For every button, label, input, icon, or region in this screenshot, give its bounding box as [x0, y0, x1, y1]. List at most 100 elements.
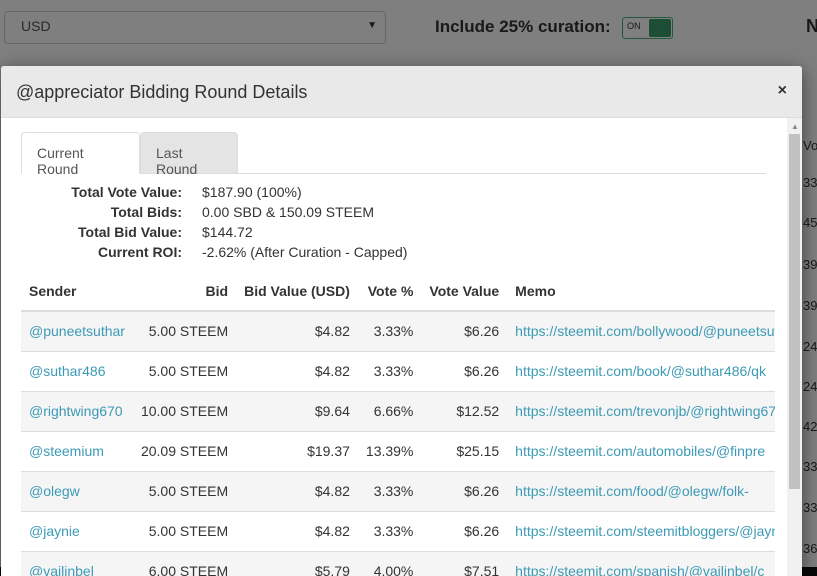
tab-current-round[interactable]: Current Round — [21, 132, 140, 177]
vote-value-cell: $12.52 — [456, 403, 500, 419]
table-cell: $9.64 — [236, 390, 358, 431]
bid-cell: 10.00 STEEM — [140, 403, 229, 419]
table-cell: 5.00 STEEM — [132, 510, 237, 551]
summary-label: Total Vote Value: — [71, 184, 182, 200]
table-cell: $6.26 — [421, 310, 508, 351]
table-cell: 20.09 STEEM — [132, 430, 237, 471]
tab-last-round[interactable]: Last Round — [140, 132, 238, 177]
table-cell: https://steemit.com/bollywood/@puneetsut… — [507, 310, 776, 351]
sender-link[interactable]: @puneetsuthar — [29, 323, 125, 339]
header-vote-percent: Vote % — [357, 271, 422, 312]
table-cell: $6.26 — [421, 510, 508, 551]
table-row: @vailinbel 6.00 STEEM $5.79 4.00% $7.51 https… — [21, 550, 776, 576]
sender-link[interactable]: @jaynie — [29, 523, 80, 539]
table-cell: $5.79 — [236, 550, 358, 576]
memo-link[interactable]: https://steemit.com/steemitbloggers/@jay… — [515, 523, 775, 539]
vote-value-cell: $6.26 — [464, 523, 500, 539]
summary-row: Total Vote Value: $187.90 (100%) — [21, 184, 407, 204]
table-cell: https://steemit.com/automobiles/@finpre — [507, 430, 776, 471]
vote-percent-cell: 3.33% — [373, 483, 414, 499]
table-cell: $12.52 — [421, 390, 508, 431]
summary-value: -2.62% (After Curation - Capped) — [202, 244, 408, 260]
table-cell: $7.51 — [421, 550, 508, 576]
bid-value-cell: $4.82 — [314, 363, 350, 379]
round-summary: Total Vote Value: $187.90 (100%) Total Bid… — [21, 184, 407, 264]
bid-value-cell: $19.37 — [307, 443, 350, 459]
memo-link[interactable]: https://steemit.com/automobiles/@finpre — [515, 443, 765, 459]
table-cell: 5.00 STEEM — [132, 350, 237, 391]
sender-link[interactable]: @rightwing670 — [29, 403, 123, 419]
table-cell: @jaynie — [21, 510, 133, 551]
close-icon[interactable]: × — [778, 82, 787, 100]
memo-link[interactable]: https://steemit.com/food/@olegw/folk- — [515, 483, 749, 499]
vote-percent-cell: 3.33% — [373, 523, 414, 539]
vote-value-cell: $25.15 — [456, 443, 500, 459]
memo-link[interactable]: https://steemit.com/book/@suthar486/qk — [515, 363, 766, 379]
modal-scrollbar[interactable]: ▲ — [787, 118, 802, 576]
header-bid: Bid — [132, 271, 237, 312]
modal-title: @appreciator Bidding Round Details — [16, 82, 308, 102]
table-row: @rightwing670 10.00 STEEM $9.64 6.66% $12.52… — [21, 390, 776, 431]
table-cell: $4.82 — [236, 350, 358, 391]
bid-value-cell: $4.82 — [314, 323, 350, 340]
table-cell: @suthar486 — [21, 350, 133, 391]
modal-body: Current Round Last Round Total Vote Valu… — [1, 118, 788, 576]
table-row: @suthar486 5.00 STEEM $4.82 3.33% $6.26 https… — [21, 350, 776, 391]
memo-link[interactable]: https://steemit.com/trevonjb/@rightwing6… — [515, 403, 775, 419]
bid-value-cell: $5.79 — [314, 563, 350, 576]
sender-link[interactable]: @suthar486 — [29, 363, 105, 379]
table-cell: @steemium — [21, 430, 133, 471]
bids-table: Sender Bid Bid Value (USD) Vote % Vote V… — [21, 271, 776, 576]
bid-value-cell: $4.82 — [314, 483, 350, 499]
table-cell: https://steemit.com/book/@suthar486/qk — [507, 350, 776, 391]
bid-cell: 5.00 STEEM — [148, 323, 229, 340]
summary-label: Total Bid Value: — [78, 224, 182, 240]
scrollbar-thumb[interactable] — [789, 134, 800, 489]
summary-row: Total Bids: 0.00 SBD & 150.09 STEEM — [21, 204, 407, 224]
table-cell: 4.00% — [357, 550, 422, 576]
table-cell: $25.15 — [421, 430, 508, 471]
sender-link[interactable]: @olegw — [29, 483, 80, 499]
table-row: @puneetsuthar 5.00 STEEM $4.82 3.33% $6.26 ht… — [21, 310, 776, 351]
bid-cell: 5.00 STEEM — [148, 523, 229, 539]
table-cell: @rightwing670 — [21, 390, 133, 431]
vote-percent-cell: 13.39% — [365, 443, 414, 459]
header-sender: Sender — [21, 271, 133, 312]
scroll-up-icon[interactable]: ▲ — [791, 122, 799, 131]
table-cell: 13.39% — [357, 430, 422, 471]
table-row: @jaynie 5.00 STEEM $4.82 3.33% $6.26 https://… — [21, 510, 776, 551]
table-cell: 3.33% — [357, 310, 422, 351]
vote-value-cell: $6.26 — [464, 363, 500, 379]
table-cell: $19.37 — [236, 430, 358, 471]
table-cell: $4.82 — [236, 470, 358, 511]
memo-link[interactable]: https://steemit.com/bollywood/@puneetsut… — [515, 323, 775, 339]
summary-value: 0.00 SBD & 150.09 STEEM — [202, 204, 374, 220]
summary-label: Total Bids: — [110, 204, 182, 220]
vote-percent-cell: 6.66% — [373, 403, 414, 419]
bid-value-cell: $9.64 — [314, 403, 350, 419]
vote-percent-cell: 3.33% — [373, 323, 414, 340]
summary-value: $187.90 (100%) — [202, 184, 302, 200]
table-cell: $4.82 — [236, 310, 358, 351]
table-row: @olegw 5.00 STEEM $4.82 3.33% $6.26 https://s… — [21, 470, 776, 511]
vote-percent-cell: 4.00% — [373, 563, 414, 576]
vote-value-cell: $7.51 — [464, 563, 500, 576]
header-bid-value: Bid Value (USD) — [236, 271, 358, 312]
header-vote-value: Vote Value — [421, 271, 508, 312]
table-cell: 6.66% — [357, 390, 422, 431]
modal-header: @appreciator Bidding Round Details × — [1, 66, 802, 118]
table-row: @steemium 20.09 STEEM $19.37 13.39% $25.15 ht… — [21, 430, 776, 471]
table-cell: https://steemit.com/steemitbloggers/@jay… — [507, 510, 776, 551]
bid-value-cell: $4.82 — [314, 523, 350, 539]
memo-link[interactable]: https://steemit.com/spanish/@vailinbel/c — [515, 563, 764, 576]
vote-value-cell: $6.26 — [464, 483, 500, 499]
table-cell: @puneetsuthar — [21, 310, 133, 351]
sender-link[interactable]: @steemium — [29, 443, 104, 459]
round-tabs: Current Round Last Round — [21, 132, 766, 177]
table-cell: @olegw — [21, 470, 133, 511]
table-cell: 5.00 STEEM — [132, 470, 237, 511]
bid-cell: 5.00 STEEM — [148, 363, 229, 379]
table-cell: https://steemit.com/food/@olegw/folk- — [507, 470, 776, 511]
sender-link[interactable]: @vailinbel — [29, 563, 94, 576]
table-cell: 6.00 STEEM — [132, 550, 237, 576]
